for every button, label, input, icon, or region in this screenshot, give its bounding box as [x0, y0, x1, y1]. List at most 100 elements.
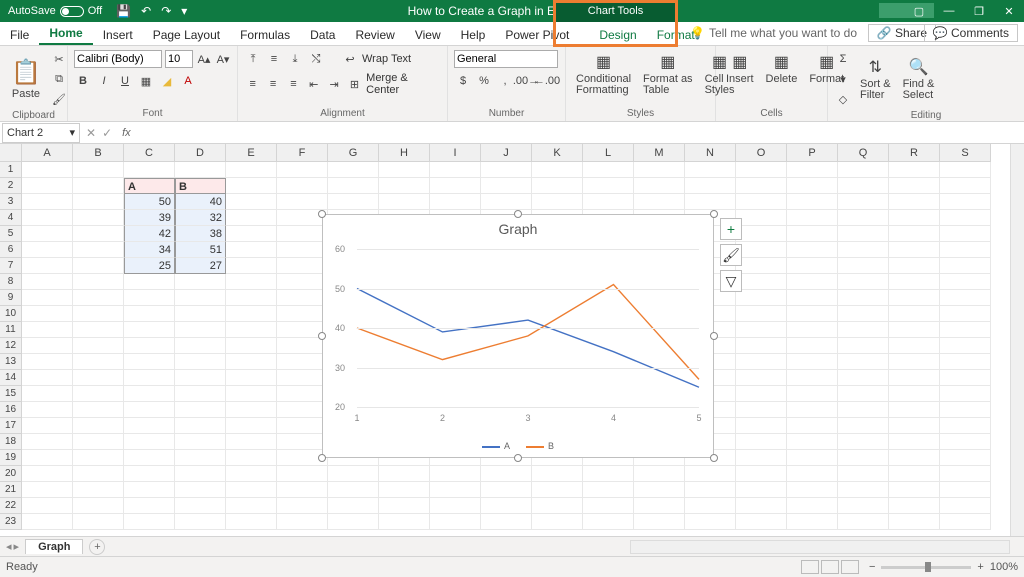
cell[interactable] [73, 322, 124, 338]
cell[interactable] [838, 386, 889, 402]
cell[interactable] [940, 338, 991, 354]
cell[interactable] [226, 418, 277, 434]
tab-page-layout[interactable]: Page Layout [143, 24, 230, 45]
col-header[interactable]: F [277, 144, 328, 162]
accounting-icon[interactable]: $ [454, 72, 472, 90]
horizontal-scrollbar[interactable] [630, 540, 1010, 554]
cell[interactable] [787, 306, 838, 322]
cell[interactable] [124, 274, 175, 290]
cell[interactable] [379, 498, 430, 514]
cell[interactable] [838, 210, 889, 226]
cell[interactable] [73, 274, 124, 290]
wrap-text-label[interactable]: Wrap Text [362, 53, 411, 65]
wrap-text-icon[interactable]: ↩ [341, 50, 359, 68]
cell[interactable] [73, 290, 124, 306]
cell[interactable] [226, 258, 277, 274]
cell[interactable] [736, 322, 787, 338]
cell[interactable] [226, 370, 277, 386]
cell[interactable] [685, 498, 736, 514]
cell[interactable] [685, 466, 736, 482]
cell[interactable] [73, 354, 124, 370]
cell[interactable] [634, 162, 685, 178]
cell[interactable] [328, 482, 379, 498]
save-icon[interactable]: 💾 [116, 4, 131, 18]
font-name-input[interactable] [74, 50, 162, 68]
cell[interactable] [22, 258, 73, 274]
cell[interactable] [124, 498, 175, 514]
cell[interactable] [328, 498, 379, 514]
cell[interactable] [889, 354, 940, 370]
col-header[interactable]: I [430, 144, 481, 162]
col-header[interactable]: D [175, 144, 226, 162]
cell[interactable] [736, 210, 787, 226]
cell[interactable] [277, 290, 328, 306]
cell[interactable] [277, 354, 328, 370]
cell[interactable] [787, 242, 838, 258]
cell[interactable] [430, 514, 481, 530]
cell[interactable] [583, 514, 634, 530]
align-top-icon[interactable]: ⤒ [244, 50, 262, 68]
cell[interactable] [175, 306, 226, 322]
cell[interactable] [175, 466, 226, 482]
cell[interactable] [328, 466, 379, 482]
cell[interactable] [685, 194, 736, 210]
font-color-icon[interactable]: A [179, 72, 197, 90]
cell[interactable] [889, 338, 940, 354]
col-header[interactable]: G [328, 144, 379, 162]
name-box[interactable]: Chart 2▾ [2, 123, 80, 143]
row-header[interactable]: 4 [0, 210, 22, 226]
cell[interactable] [73, 226, 124, 242]
cell[interactable] [124, 402, 175, 418]
cell[interactable] [634, 482, 685, 498]
cell[interactable] [328, 162, 379, 178]
cell[interactable] [787, 162, 838, 178]
fill-color-icon[interactable]: ◢ [158, 72, 176, 90]
col-header[interactable]: C [124, 144, 175, 162]
cell[interactable] [175, 386, 226, 402]
cell[interactable] [889, 226, 940, 242]
cell[interactable] [787, 370, 838, 386]
cell[interactable] [22, 514, 73, 530]
cell[interactable] [226, 434, 277, 450]
cell[interactable] [838, 370, 889, 386]
cell[interactable] [481, 194, 532, 210]
sheet-tab-active[interactable]: Graph [25, 539, 83, 554]
cell[interactable] [430, 482, 481, 498]
cell[interactable] [277, 386, 328, 402]
cell[interactable] [73, 418, 124, 434]
cell[interactable] [838, 290, 889, 306]
cell[interactable] [73, 210, 124, 226]
col-header[interactable]: O [736, 144, 787, 162]
page-break-view-icon[interactable] [841, 560, 859, 574]
cell[interactable]: 27 [175, 258, 226, 274]
col-header[interactable]: L [583, 144, 634, 162]
resize-handle[interactable] [318, 454, 326, 462]
cell[interactable] [838, 242, 889, 258]
cell[interactable] [379, 466, 430, 482]
cell[interactable]: 32 [175, 210, 226, 226]
cell[interactable] [73, 434, 124, 450]
autosum-icon[interactable]: Σ [834, 50, 852, 68]
cell[interactable] [838, 162, 889, 178]
cell[interactable] [736, 498, 787, 514]
cell[interactable] [736, 386, 787, 402]
cell[interactable] [736, 482, 787, 498]
cell[interactable] [736, 162, 787, 178]
cell[interactable] [940, 370, 991, 386]
decrease-font-icon[interactable]: A▾ [215, 50, 231, 68]
cell[interactable] [787, 322, 838, 338]
col-header[interactable]: M [634, 144, 685, 162]
cell[interactable] [889, 514, 940, 530]
cell[interactable] [889, 306, 940, 322]
cell[interactable] [430, 498, 481, 514]
cell[interactable] [124, 450, 175, 466]
cell[interactable] [430, 178, 481, 194]
paste-button[interactable]: 📋 Paste [6, 57, 46, 102]
cell[interactable] [277, 162, 328, 178]
cell[interactable] [22, 194, 73, 210]
cell[interactable]: 25 [124, 258, 175, 274]
cell[interactable] [532, 498, 583, 514]
cell[interactable] [22, 178, 73, 194]
cell[interactable] [277, 434, 328, 450]
cell[interactable] [124, 290, 175, 306]
